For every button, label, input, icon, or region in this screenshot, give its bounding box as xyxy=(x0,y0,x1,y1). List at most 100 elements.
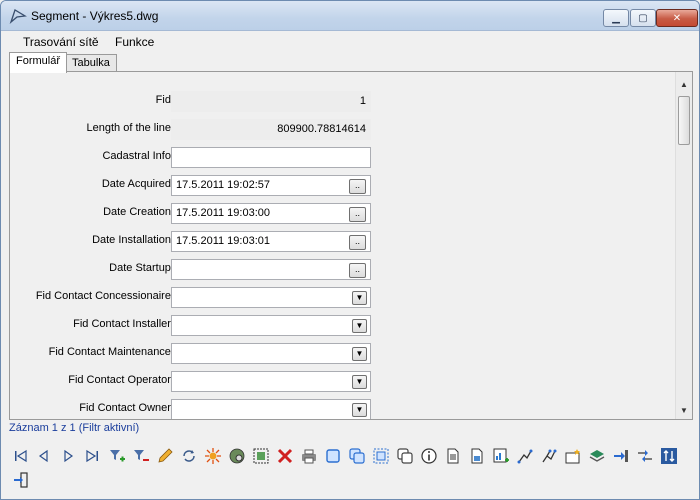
date-picker-button[interactable]: .. xyxy=(349,235,366,250)
field-label: Date Startup: xyxy=(109,262,174,274)
date-picker-button[interactable]: .. xyxy=(349,263,366,278)
app-icon xyxy=(9,9,27,24)
length-field: 809900.78814614 xyxy=(171,119,371,140)
menu-funkce[interactable]: Funkce xyxy=(115,35,154,49)
highlight-icon[interactable] xyxy=(203,446,223,466)
copy-multiple-icon[interactable] xyxy=(347,446,367,466)
field-label: Fid Contact Installer: xyxy=(73,318,174,330)
date-picker-button[interactable]: .. xyxy=(349,207,366,222)
edit-pencil-icon[interactable] xyxy=(155,446,175,466)
info-icon[interactable] xyxy=(419,446,439,466)
date-value: 17.5.2011 19:02:57 xyxy=(176,179,270,191)
contact-maintenance-select[interactable]: ▼ xyxy=(171,343,371,364)
title-bar: Segment - Výkres5.dwg ▁ ▢ ✕ xyxy=(1,1,699,31)
previous-record-icon[interactable] xyxy=(34,446,54,466)
row-date-creation: Date Creation: 17.5.2011 19:03:00 .. xyxy=(10,203,676,225)
field-label: Length of the line: xyxy=(86,122,174,134)
row-date-installation: Date Installation: 17.5.2011 19:03:01 .. xyxy=(10,231,676,253)
row-contact-owner: Fid Contact Owner: ▼ xyxy=(10,399,676,419)
select-icon[interactable] xyxy=(251,446,271,466)
field-label: Fid Contact Operator: xyxy=(68,374,174,386)
date-creation-input[interactable]: 17.5.2011 19:03:00 .. xyxy=(171,203,371,224)
menu-bar: Trasování sítě Funkce xyxy=(1,32,699,52)
layers-icon[interactable] xyxy=(587,446,607,466)
delete-icon[interactable] xyxy=(275,446,295,466)
dropdown-arrow-icon[interactable]: ▼ xyxy=(352,291,367,305)
exit-icon[interactable] xyxy=(11,470,31,490)
zoom-to-icon[interactable] xyxy=(227,446,247,466)
dropdown-arrow-icon[interactable]: ▼ xyxy=(352,319,367,333)
row-contact-maintenance: Fid Contact Maintenance: ▼ xyxy=(10,343,676,365)
minimize-button[interactable]: ▁ xyxy=(603,9,629,27)
dropdown-arrow-icon[interactable]: ▼ xyxy=(352,375,367,389)
first-record-icon[interactable] xyxy=(11,446,31,466)
tab-tabulka-label: Tabulka xyxy=(72,57,110,69)
report-icon[interactable] xyxy=(467,446,487,466)
field-label: Date Installation: xyxy=(92,234,174,246)
row-contact-operator: Fid Contact Operator: ▼ xyxy=(10,371,676,393)
select-area-icon[interactable] xyxy=(371,446,391,466)
duplicate-icon[interactable] xyxy=(395,446,415,466)
row-contact-installer: Fid Contact Installer: ▼ xyxy=(10,315,676,337)
record-toolbar xyxy=(11,444,691,494)
close-button[interactable]: ✕ xyxy=(656,9,698,27)
document-icon[interactable] xyxy=(443,446,463,466)
form-fields: Fid: 1 Length of the line: 809900.788146… xyxy=(10,72,676,419)
field-label: Date Creation: xyxy=(103,206,174,218)
field-label: Fid Contact Concessionaire: xyxy=(35,290,174,302)
new-record-icon[interactable] xyxy=(563,446,583,466)
scroll-up-icon[interactable]: ▲ xyxy=(676,76,692,93)
date-acquired-input[interactable]: 17.5.2011 19:02:57 .. xyxy=(171,175,371,196)
contact-installer-select[interactable]: ▼ xyxy=(171,315,371,336)
contact-concessionaire-select[interactable]: ▼ xyxy=(171,287,371,308)
sort-icon[interactable] xyxy=(659,446,679,466)
row-cadastral: Cadastral Info: xyxy=(10,147,676,169)
remove-filter-icon[interactable] xyxy=(131,446,151,466)
scrollbar-thumb[interactable] xyxy=(678,96,690,145)
form-panel: Fid: 1 Length of the line: 809900.788146… xyxy=(9,71,693,420)
copy-icon[interactable] xyxy=(323,446,343,466)
contact-owner-select[interactable]: ▼ xyxy=(171,399,371,419)
row-date-startup: Date Startup: .. xyxy=(10,259,676,281)
row-length: Length of the line: 809900.78814614 xyxy=(10,119,676,141)
row-contact-concessionaire: Fid Contact Concessionaire: ▼ xyxy=(10,287,676,309)
tab-tabulka[interactable]: Tabulka xyxy=(65,54,117,72)
cadastral-info-input[interactable] xyxy=(171,147,371,168)
date-value: 17.5.2011 19:03:01 xyxy=(176,235,270,247)
next-record-icon[interactable] xyxy=(58,446,78,466)
status-text: Záznam 1 z 1 (Filtr aktivní) xyxy=(9,422,140,434)
export-icon[interactable] xyxy=(611,446,631,466)
field-label: Fid Contact Maintenance: xyxy=(48,346,174,358)
contact-operator-select[interactable]: ▼ xyxy=(171,371,371,392)
window-title: Segment - Výkres5.dwg xyxy=(31,9,159,23)
minimize-icon: ▁ xyxy=(612,12,620,24)
trace-network-icon[interactable] xyxy=(539,446,559,466)
date-startup-input[interactable]: .. xyxy=(171,259,371,280)
maximize-button[interactable]: ▢ xyxy=(630,9,656,27)
print-icon[interactable] xyxy=(299,446,319,466)
chart-add-icon[interactable] xyxy=(491,446,511,466)
tab-formular[interactable]: Formulář xyxy=(9,52,68,73)
date-installation-input[interactable]: 17.5.2011 19:03:01 .. xyxy=(171,231,371,252)
field-label: Fid Contact Owner: xyxy=(79,402,174,414)
menu-trasovani-site[interactable]: Trasování sítě xyxy=(23,35,99,49)
close-icon: ✕ xyxy=(672,12,682,24)
row-fid: Fid: 1 xyxy=(10,91,676,113)
field-label: Cadastral Info: xyxy=(102,150,174,162)
fid-field: 1 xyxy=(171,91,371,112)
app-window: Segment - Výkres5.dwg ▁ ▢ ✕ Trasování sí… xyxy=(0,0,700,500)
dropdown-arrow-icon[interactable]: ▼ xyxy=(352,347,367,361)
scroll-down-icon[interactable]: ▼ xyxy=(676,402,692,419)
row-date-acquired: Date Acquired: 17.5.2011 19:02:57 .. xyxy=(10,175,676,197)
connect-icon[interactable] xyxy=(635,446,655,466)
vertical-scrollbar[interactable]: ▲ ▼ xyxy=(675,72,692,419)
refresh-icon[interactable] xyxy=(179,446,199,466)
add-filter-icon[interactable] xyxy=(107,446,127,466)
tab-formular-label: Formulář xyxy=(16,55,61,67)
field-label: Date Acquired: xyxy=(101,178,174,190)
date-picker-button[interactable]: .. xyxy=(349,179,366,194)
maximize-icon: ▢ xyxy=(638,12,648,24)
last-record-icon[interactable] xyxy=(82,446,102,466)
dropdown-arrow-icon[interactable]: ▼ xyxy=(352,403,367,417)
trace-icon[interactable] xyxy=(515,446,535,466)
